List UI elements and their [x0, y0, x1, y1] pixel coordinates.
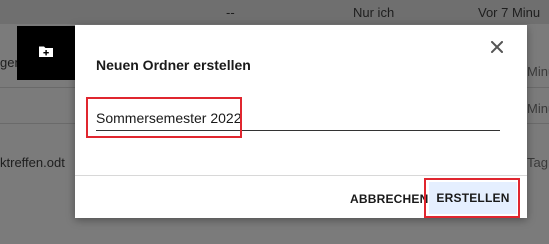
new-folder-icon	[38, 44, 54, 63]
highlight-box-create	[424, 178, 520, 218]
background-header-row	[0, 0, 549, 24]
bg-cell-size: --	[226, 5, 235, 20]
bg-row-modified: Tag	[527, 155, 548, 170]
bg-row-modified: Minu	[527, 101, 549, 116]
dialog-footer-divider	[75, 175, 527, 176]
bg-row-name: ktreffen.odt	[0, 155, 65, 170]
close-icon	[490, 40, 504, 58]
close-button[interactable]	[488, 40, 506, 58]
dialog-title: Neuen Ordner erstellen	[96, 57, 251, 73]
bg-row-modified: Minu	[527, 64, 549, 79]
new-folder-badge	[17, 26, 75, 80]
cancel-button[interactable]: ABBRECHEN	[346, 187, 432, 211]
bg-cell-shared: Nur ich	[353, 5, 395, 20]
highlight-box-input	[86, 97, 242, 138]
bg-cell-modified: Vor 7 Minu	[478, 5, 541, 20]
